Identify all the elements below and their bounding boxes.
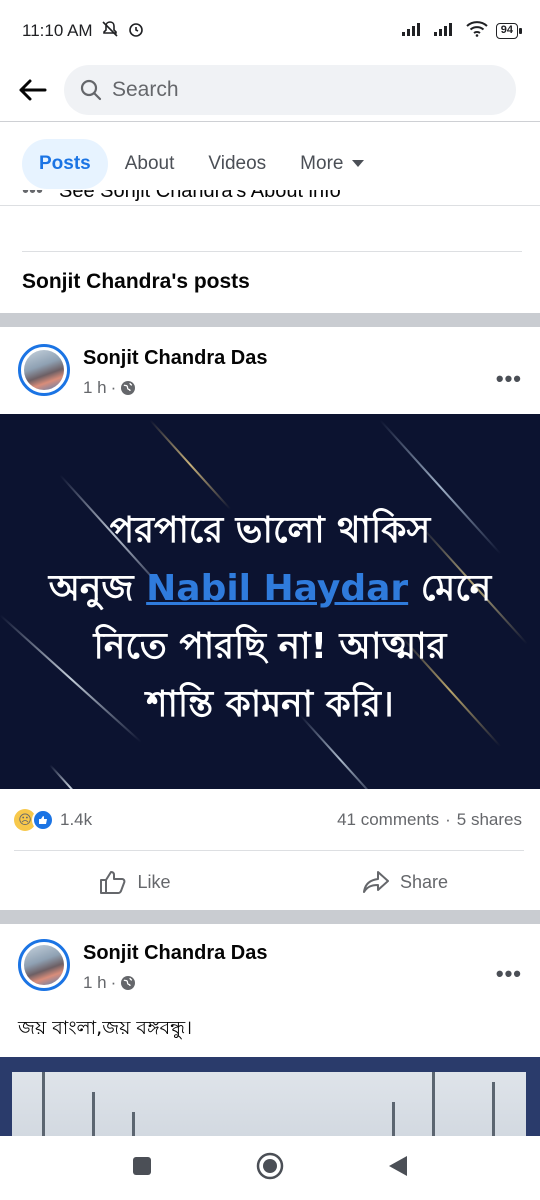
post-meta: 1 h · (83, 378, 136, 398)
back-arrow-icon (19, 79, 47, 101)
image-text-line4: শান্তি কামনা করি। (146, 684, 394, 725)
reactions-row: ☹ 1.4k 41 comments · 5 shares (0, 802, 540, 838)
recent-apps-button[interactable] (131, 1155, 153, 1182)
like-button[interactable]: Like (0, 860, 270, 904)
feed-separator (0, 910, 540, 924)
post-image-text: পরপারে ভালো থাকিস অনুজ Nabil Haydar মেনে… (0, 502, 540, 734)
post-header: Sonjit Chandra Das 1 h · ••• (0, 344, 540, 424)
tabs-divider (0, 205, 540, 206)
wifi-icon (466, 20, 488, 42)
tab-posts[interactable]: Posts (22, 139, 108, 189)
post-header: Sonjit Chandra Das 1 h · ••• (0, 939, 540, 1019)
image-text-line1: পরপারে ভালো থাকিস (109, 510, 431, 551)
battery-indicator: 94 (495, 23, 523, 39)
reaction-summary[interactable]: ☹ 1.4k (14, 809, 92, 831)
square-icon (133, 1156, 151, 1175)
profile-tabs: Posts About Videos More (22, 138, 382, 190)
tab-more-label: More (300, 153, 344, 174)
status-time: 11:10 AM (22, 21, 93, 40)
back-nav-button[interactable] (387, 1154, 409, 1183)
section-divider (22, 251, 522, 252)
actions-divider (14, 850, 524, 851)
search-placeholder: Search (112, 78, 179, 101)
mute-icon (101, 20, 119, 43)
mention-link[interactable]: Nabil Haydar (146, 568, 408, 609)
system-nav-bar (0, 1136, 540, 1200)
about-info-text: See Sonjit Chandra's About info (59, 190, 341, 202)
home-button[interactable] (255, 1151, 285, 1186)
globe-icon (121, 976, 136, 990)
like-reaction-icon (32, 809, 54, 831)
meta-separator: · (110, 973, 117, 992)
home-circle-icon (256, 1152, 284, 1179)
meta-separator: · (110, 378, 117, 397)
image-text-line3: নিতে পারছি না! আত্মার (93, 626, 447, 667)
post-options-icon[interactable]: ••• (496, 961, 522, 987)
search-icon (80, 79, 102, 101)
globe-icon (121, 381, 136, 395)
post-author[interactable]: Sonjit Chandra Das (83, 942, 267, 965)
post-image[interactable] (0, 1057, 540, 1137)
avatar[interactable] (18, 939, 70, 991)
more-dots-icon: ••• (22, 190, 44, 202)
post-time[interactable]: 1 h (83, 378, 107, 398)
post-meta: 1 h · (83, 973, 136, 993)
avatar[interactable] (18, 344, 70, 396)
image-text-line2-pre: অনুজ (48, 568, 134, 609)
search-row: Search (0, 62, 540, 118)
share-label: Share (399, 871, 449, 892)
tab-more[interactable]: More (283, 139, 382, 189)
post-options-icon[interactable]: ••• (496, 366, 522, 392)
share-icon (362, 871, 389, 893)
header-divider (0, 121, 540, 122)
triangle-back-icon (389, 1155, 407, 1176)
thumbs-up-icon (100, 871, 126, 894)
dot-separator: · (445, 810, 451, 829)
post-image[interactable]: পরপারে ভালো থাকিস অনুজ Nabil Haydar মেনে… (0, 414, 540, 789)
signal-icon (401, 21, 426, 41)
post-actions: Like Share (0, 860, 540, 904)
back-button[interactable] (0, 62, 64, 118)
post-caption: জয় বাংলা,জয় বঙ্গবন্ধু। (18, 1017, 193, 1039)
tab-videos[interactable]: Videos (191, 139, 283, 189)
feed-separator (0, 313, 540, 327)
alarm-icon (127, 20, 145, 43)
post-time[interactable]: 1 h (83, 973, 107, 993)
post-author[interactable]: Sonjit Chandra Das (83, 347, 267, 370)
caret-down-icon (352, 160, 365, 167)
status-bar: 11:10 AM 94 (0, 0, 540, 62)
signal-icon-2 (433, 21, 458, 41)
image-text-line2-post: মেনে (420, 568, 492, 609)
reaction-count: 1.4k (60, 810, 93, 829)
like-label: Like (137, 871, 171, 892)
image-text-line2: অনুজ Nabil Haydar মেনে (0, 560, 540, 618)
shares-count[interactable]: 5 shares (457, 810, 522, 830)
tab-about[interactable]: About (108, 139, 192, 189)
share-button[interactable]: Share (270, 860, 540, 904)
search-input[interactable]: Search (64, 65, 516, 115)
posts-heading: Sonjit Chandra's posts (22, 270, 250, 293)
comments-count[interactable]: 41 comments (337, 810, 439, 830)
